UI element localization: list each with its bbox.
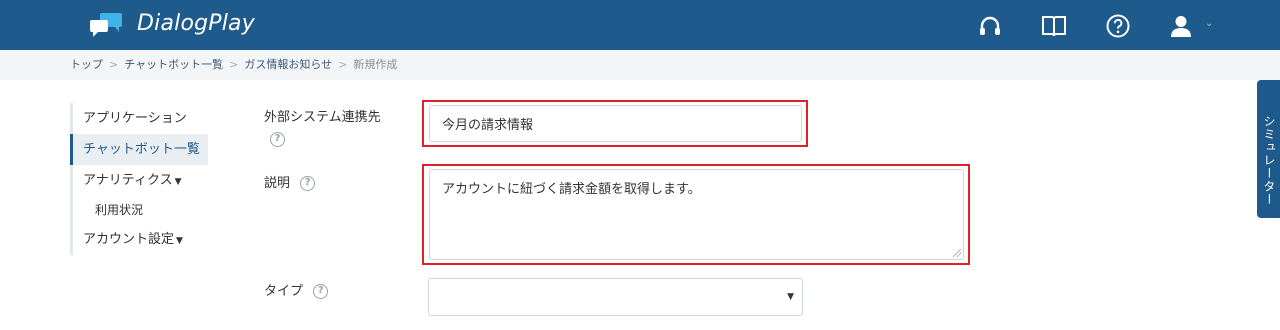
chevron-down-icon[interactable]: ⌄ [1205, 18, 1213, 29]
caret-down-icon: ▼ [787, 292, 794, 302]
sidebar-item-label: 利用状況 [95, 203, 144, 217]
external-system-label-text: 外部システム連携先 [264, 110, 381, 125]
brand-name[interactable]: DialogPlay [137, 11, 255, 36]
breadcrumb-current: 新規作成 [353, 58, 398, 71]
sidebar-item-chatbot-list[interactable]: チャットボット一覧 [70, 134, 208, 165]
breadcrumb-separator: > [109, 58, 119, 71]
description-textarea-value: アカウントに紐づく請求金額を取得します。 [442, 182, 701, 197]
help-icon[interactable]: ? [313, 284, 329, 299]
simulator-tab[interactable]: シミュレーター [1257, 80, 1280, 218]
sidebar-item-label: アカウント設定 [83, 232, 175, 247]
caret-down-icon: ▼ [174, 177, 182, 187]
caret-down-icon: ▼ [176, 236, 183, 246]
sidebar-item-label: アナリティクス [83, 173, 173, 188]
description-label: 説明 ? [264, 172, 316, 191]
external-system-label: 外部システム連携先 ? [264, 106, 381, 147]
type-label: タイプ ? [264, 280, 329, 299]
resize-handle-icon[interactable] [953, 249, 961, 257]
breadcrumb-separator: > [338, 58, 348, 71]
breadcrumb-chatbot-list[interactable]: チャットボット一覧 [124, 58, 223, 71]
help-circle-icon[interactable] [1105, 13, 1131, 39]
simulator-tab-label: シミュレーター [1262, 114, 1276, 206]
sidebar-item-applications[interactable]: アプリケーション [70, 103, 210, 134]
type-label-text: タイプ [264, 284, 304, 299]
external-system-input[interactable] [429, 105, 802, 142]
sidebar-item-label: アプリケーション [83, 111, 187, 126]
breadcrumb: トップ > チャットボット一覧 > ガス情報お知らせ > 新規作成 [0, 50, 1280, 80]
description-label-text: 説明 [264, 176, 291, 191]
sidebar-item-account-settings[interactable]: アカウント設定 ▼ [70, 224, 210, 255]
user-icon[interactable] [1168, 13, 1194, 39]
help-icon[interactable]: ? [270, 132, 285, 147]
chat-bubbles-logo-icon[interactable] [89, 11, 125, 39]
sidebar-item-usage[interactable]: 利用状況 [70, 196, 210, 224]
sidebar-item-label: チャットボット一覧 [83, 142, 200, 157]
breadcrumb-separator: > [229, 58, 239, 71]
type-select[interactable]: ▼ [428, 278, 803, 316]
book-icon[interactable] [1041, 13, 1067, 39]
headset-icon[interactable] [977, 13, 1003, 39]
sidebar-item-analytics[interactable]: アナリティクス ▼ [70, 165, 210, 196]
help-icon[interactable]: ? [300, 176, 316, 191]
description-textarea[interactable]: アカウントに紐づく請求金額を取得します。 [429, 169, 964, 260]
top-navbar: DialogPlay ⌄ [0, 0, 1280, 50]
side-nav: アプリケーション チャットボット一覧 アナリティクス ▼ 利用状況 アカウント設定… [70, 103, 210, 255]
breadcrumb-gas-info[interactable]: ガス情報お知らせ [244, 58, 332, 71]
breadcrumb-top[interactable]: トップ [70, 58, 103, 71]
